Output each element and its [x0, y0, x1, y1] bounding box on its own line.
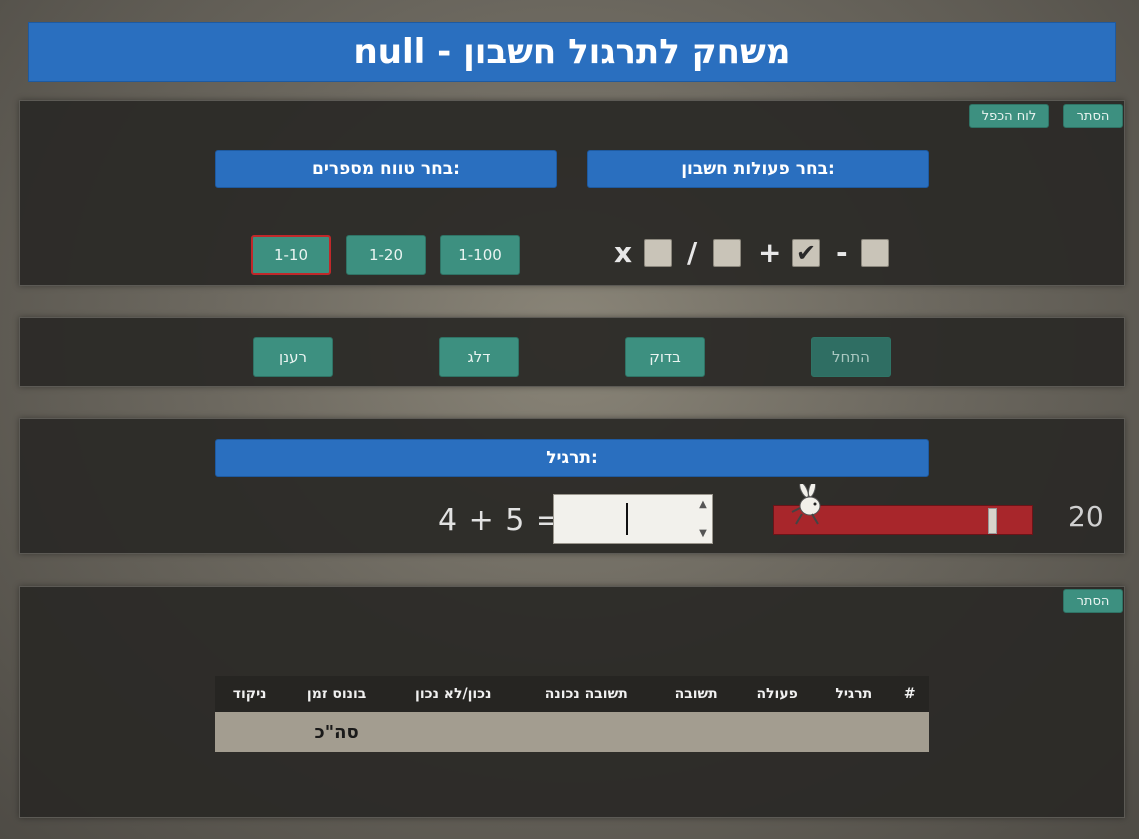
hide-results-button[interactable]: הסתר	[1063, 589, 1123, 613]
number-spinner[interactable]: ▲ ▼	[696, 499, 710, 539]
operation-checkbox-minus[interactable]	[861, 239, 889, 267]
operation-label-minus: -	[836, 235, 848, 269]
range-button-1-10[interactable]: 1-10	[251, 235, 331, 275]
time-progress-handle	[988, 508, 997, 534]
hide-settings-button[interactable]: הסתר	[1063, 104, 1123, 128]
running-rabbit-icon	[791, 484, 821, 525]
operation-label-multiply: x	[614, 235, 633, 269]
text-caret	[626, 503, 628, 535]
check-button[interactable]: בדוק	[625, 337, 705, 377]
column-header: תשובה	[655, 676, 738, 712]
settings-panel	[19, 100, 1125, 286]
range-button-1-100[interactable]: 1-100	[440, 235, 520, 275]
operation-label-plus: +	[758, 235, 782, 269]
range-header: בחר טווח מספרים:	[215, 150, 557, 188]
total-label: סה"כ	[284, 712, 390, 752]
exercise-expression: 4 + 5 =	[438, 502, 563, 538]
start-button[interactable]: התחל	[811, 337, 891, 377]
timer-value: 20	[1068, 500, 1104, 533]
operation-checkbox-plus[interactable]: ✔	[792, 239, 820, 267]
times-table-button[interactable]: לוח הכפל	[969, 104, 1049, 128]
exercise-header: תרגיל:	[215, 439, 929, 477]
column-header: תשובה נכונה	[517, 676, 656, 712]
column-header: פעולה	[737, 676, 818, 712]
total-row: סה"כ	[215, 712, 929, 752]
operation-checkbox-multiply[interactable]	[644, 239, 672, 267]
skip-button[interactable]: דלג	[439, 337, 519, 377]
column-header: בונוס זמן	[284, 676, 390, 712]
column-header: תרגיל	[817, 676, 891, 712]
answer-input[interactable]: ▲ ▼	[553, 494, 713, 544]
operation-label-divide: /	[687, 235, 698, 269]
spin-down-icon[interactable]: ▼	[699, 528, 707, 539]
results-header-row: # תרגיל פעולה תשובה תשובה נכונה נכון/לא …	[215, 676, 929, 712]
page-title: null - משחק לתרגול חשבון	[28, 22, 1116, 82]
controls-panel	[19, 317, 1125, 387]
operation-checkbox-divide[interactable]	[713, 239, 741, 267]
column-header: #	[890, 676, 929, 712]
column-header: ניקוד	[215, 676, 285, 712]
column-header: נכון/לא נכון	[389, 676, 518, 712]
refresh-button[interactable]: רענן	[253, 337, 333, 377]
results-table: # תרגיל פעולה תשובה תשובה נכונה נכון/לא …	[215, 676, 929, 752]
spin-up-icon[interactable]: ▲	[699, 499, 707, 510]
operations-header: בחר פעולות חשבון:	[587, 150, 929, 188]
range-button-1-20[interactable]: 1-20	[346, 235, 426, 275]
checkmark-icon: ✔	[795, 239, 817, 267]
